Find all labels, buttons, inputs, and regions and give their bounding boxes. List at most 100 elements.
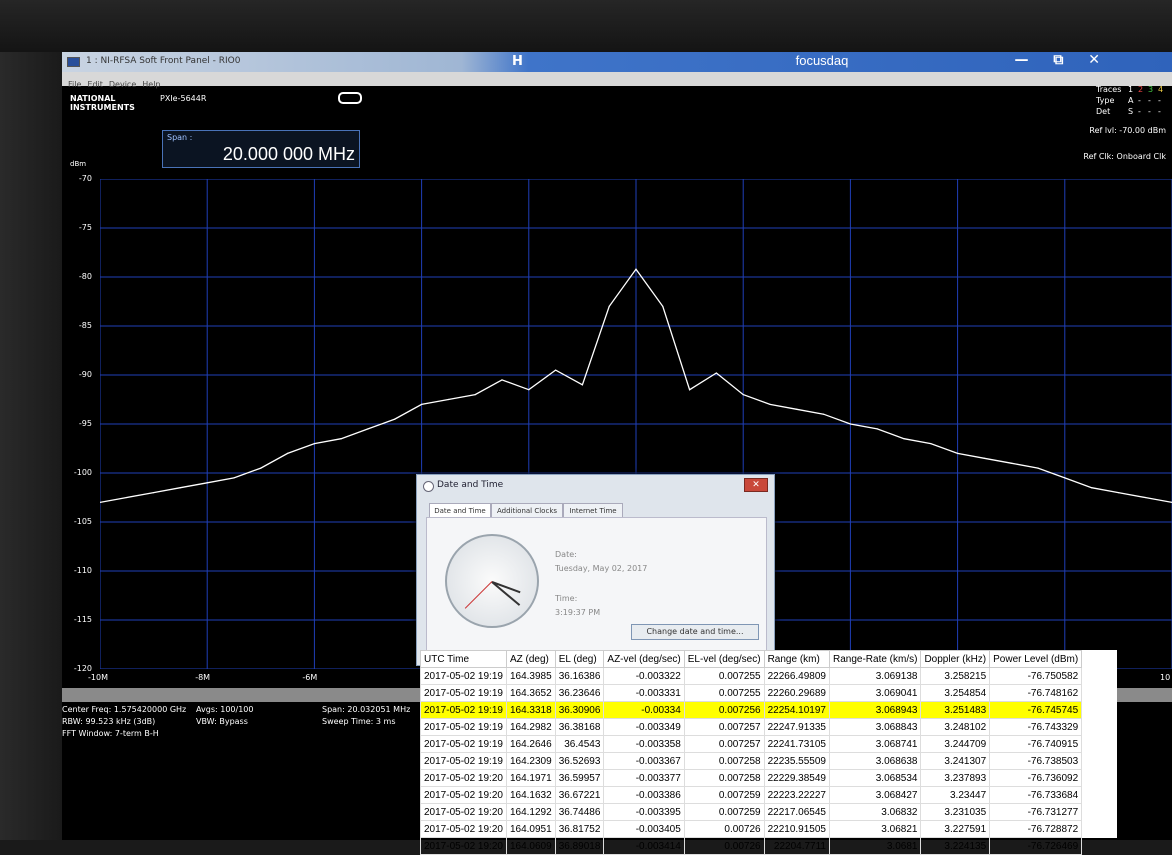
y-tick-label: -70 <box>78 174 92 183</box>
trace-point <box>930 443 932 445</box>
table-row[interactable]: 2017-05-02 19:19 164.2309 36.52693 -0.00336… <box>420 752 1083 770</box>
column-header: AZ-vel (deg/sec) <box>603 650 685 668</box>
table-cell: -76.738503 <box>989 752 1083 770</box>
table-cell: -0.003395 <box>603 803 685 821</box>
trace-point <box>715 372 718 374</box>
table-cell: 36.52693 <box>554 752 605 770</box>
menu-item-file[interactable]: File <box>68 80 81 89</box>
table-cell: 0.007258 <box>683 769 765 787</box>
table-cell: -0.00334 <box>603 701 685 719</box>
menu-item-device[interactable]: Device <box>109 80 136 89</box>
table-cell: -0.003349 <box>603 718 685 736</box>
table-cell: 22223.22227 <box>763 786 830 804</box>
center-freq: Center Freq: 1.575420000 GHz <box>62 705 187 714</box>
trace-point <box>233 477 235 479</box>
trace-value[interactable]: - <box>1158 106 1168 117</box>
table-cell: 0.00726 <box>683 820 765 838</box>
table-cell: 2017-05-02 19:20 <box>420 786 507 804</box>
trace-value[interactable]: - <box>1138 95 1148 106</box>
trace-point <box>581 384 583 386</box>
span-control[interactable]: Span : 20.000 000 MHz <box>162 130 360 168</box>
y-tick-label: -80 <box>78 272 92 281</box>
table-row[interactable]: 2017-05-02 19:19 164.3318 36.30906 -0.00334… <box>420 701 1083 719</box>
table-row[interactable]: 2017-05-02 19:20 164.1971 36.59957 -0.00337… <box>420 769 1083 787</box>
table-row[interactable]: 2017-05-02 19:19 164.3652 36.23646 -0.00333… <box>420 684 1083 702</box>
trace-point <box>367 428 369 430</box>
table-row[interactable]: 2017-05-02 19:19 164.2646 36.4543 -0.003358… <box>420 735 1083 753</box>
table-cell: 3.068427 <box>828 786 922 804</box>
y-tick-label: -90 <box>78 370 92 379</box>
column-header: Range-Rate (km/s) <box>828 650 922 668</box>
table-row[interactable]: 2017-05-02 19:20 164.0609 36.89018 -0.00341… <box>420 837 1083 855</box>
table-cell: 3.068534 <box>828 769 922 787</box>
link-icon[interactable] <box>338 92 362 104</box>
y-tick-label: -105 <box>73 517 92 526</box>
table-cell: 164.3652 <box>505 684 556 702</box>
table-cell: 2017-05-02 19:19 <box>420 684 507 702</box>
column-header: EL-vel (deg/sec) <box>683 650 765 668</box>
vbw: VBW: Bypass <box>196 717 248 726</box>
trace-point <box>179 487 181 489</box>
menu-item-edit[interactable]: Edit <box>87 80 103 89</box>
dialog-pane: Date: Tuesday, May 02, 2017 Time: 3:19:3… <box>426 517 767 659</box>
trace-value[interactable]: - <box>1138 106 1148 117</box>
table-cell: -76.731277 <box>989 803 1083 821</box>
table-cell: 0.007259 <box>683 803 765 821</box>
trace-value[interactable]: - <box>1148 95 1158 106</box>
trace-point <box>769 403 771 405</box>
trace-point <box>689 389 691 391</box>
trace-value[interactable]: - <box>1158 95 1168 106</box>
y-tick-label: -95 <box>78 419 92 428</box>
trace-value[interactable]: 4 <box>1158 84 1168 95</box>
trace-value[interactable]: 2 <box>1138 84 1148 95</box>
x-tick-label: -6M <box>302 673 318 682</box>
trace-point <box>313 443 315 445</box>
close-icon[interactable]: ✕ <box>744 478 768 492</box>
device-name: PXIe-5644R <box>160 94 207 103</box>
column-header: EL (deg) <box>554 650 605 668</box>
span-value[interactable]: 20.000 000 MHz <box>223 144 355 165</box>
trace-value[interactable]: S <box>1128 106 1138 117</box>
table-cell: 164.0609 <box>505 837 556 855</box>
table-row[interactable]: 2017-05-02 19:19 164.2982 36.38168 -0.00334… <box>420 718 1083 736</box>
table-cell: 164.3318 <box>505 701 556 719</box>
table-cell: -0.003367 <box>603 752 685 770</box>
trace-value[interactable]: - <box>1148 106 1158 117</box>
table-cell: -0.003405 <box>603 820 685 838</box>
trace-value[interactable]: 3 <box>1148 84 1158 95</box>
window-titlebar[interactable]: 1 : NI-RFSA Soft Front Panel - RIO0 H fo… <box>62 52 1172 72</box>
trace-point <box>447 398 449 401</box>
x-tick-label: -10M <box>88 673 108 682</box>
table-cell: 0.007257 <box>683 735 765 753</box>
table-cell: 3.069041 <box>828 684 922 702</box>
trace-point <box>635 268 637 270</box>
table-cell: -76.733684 <box>989 786 1083 804</box>
change-date-time-button[interactable]: Change date and time... <box>631 624 759 640</box>
trace-value[interactable]: 1 <box>1128 84 1138 95</box>
table-row[interactable]: 2017-05-02 19:19 164.3985 36.16386 -0.00332… <box>420 667 1083 685</box>
table-cell: 3.237893 <box>920 769 991 787</box>
table-cell: 164.1971 <box>505 769 556 787</box>
date-time-dialog: Date and Time ✕ Date and Time Additional… <box>416 474 775 666</box>
table-cell: 0.007259 <box>683 786 765 804</box>
trace-point <box>126 496 128 499</box>
table-row[interactable]: 2017-05-02 19:20 164.1632 36.67221 -0.00338… <box>420 786 1083 804</box>
trace-point <box>876 428 878 430</box>
table-cell: 2017-05-02 19:20 <box>420 820 507 838</box>
table-row[interactable]: 2017-05-02 19:20 164.0951 36.81752 -0.00340… <box>420 820 1083 838</box>
table-cell: 2017-05-02 19:20 <box>420 803 507 821</box>
rbw: RBW: 99.523 kHz (3dB) <box>62 717 156 726</box>
trace-point <box>903 438 905 440</box>
table-cell: 3.23447 <box>920 786 991 804</box>
trace-value[interactable]: A <box>1128 95 1138 106</box>
table-row[interactable]: 2017-05-02 19:20 164.1292 36.74486 -0.00339… <box>420 803 1083 821</box>
table-cell: 3.231035 <box>920 803 991 821</box>
menu-item-help[interactable]: Help <box>142 80 160 89</box>
y-unit-label: dBm <box>70 160 87 168</box>
table-cell: 0.00726 <box>683 837 765 855</box>
table-cell: 0.007258 <box>683 752 765 770</box>
window-controls[interactable]: — ⧉ ✕ <box>1015 52 1110 68</box>
table-cell: 22241.73105 <box>763 735 830 753</box>
table-cell: 36.38168 <box>554 718 605 736</box>
table-cell: -0.003386 <box>603 786 685 804</box>
